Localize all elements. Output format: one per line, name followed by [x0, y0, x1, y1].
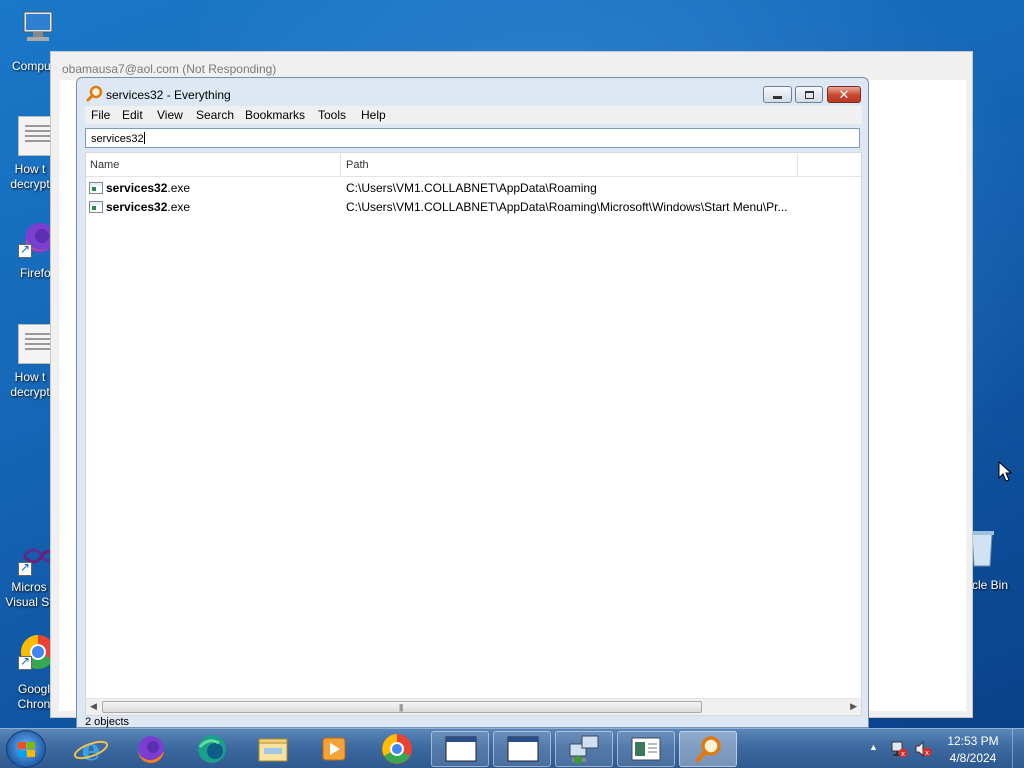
- recycle-bin-icon: [968, 528, 1008, 568]
- file-path: C:\Users\VM1.COLLABNET\AppData\Roaming: [346, 181, 597, 195]
- column-header-path[interactable]: Path: [346, 159, 369, 171]
- background-window-title: obamausa7@aol.com (Not Responding): [62, 62, 277, 76]
- results-list[interactable]: Name Path services32.exe C:\Users\VM1.CO…: [85, 152, 862, 716]
- table-row[interactable]: services32.exe C:\Users\VM1.COLLABNET\Ap…: [86, 198, 861, 217]
- file-name: services32.exe: [106, 200, 191, 214]
- scrollbar-thumb[interactable]: |||: [102, 701, 702, 713]
- restore-button[interactable]: [795, 86, 823, 103]
- scroll-right-icon[interactable]: ▶: [850, 701, 857, 712]
- taskbar-window-button[interactable]: [431, 731, 489, 767]
- computer-icon: [18, 8, 58, 48]
- menu-help[interactable]: Help: [361, 108, 386, 122]
- taskbar-firefox[interactable]: [122, 731, 180, 767]
- window-title: services32 - Everything: [106, 88, 231, 102]
- file-name: services32.exe: [106, 181, 191, 195]
- edge-icon: [198, 735, 226, 763]
- mouse-cursor-icon: [998, 461, 1012, 482]
- taskbar-window-button[interactable]: [493, 731, 551, 767]
- window-icon: [507, 736, 539, 762]
- clock-time[interactable]: 12:53 PM: [938, 734, 1008, 748]
- search-input-value: services32: [91, 133, 144, 145]
- menu-file[interactable]: File: [91, 108, 110, 122]
- search-input[interactable]: services32: [85, 128, 860, 148]
- desktop-icon-label: Micros Visual St: [5, 580, 53, 609]
- network-computers-icon: [569, 735, 599, 764]
- media-player-icon: [322, 737, 346, 761]
- column-divider[interactable]: [340, 154, 341, 176]
- taskbar-file-explorer[interactable]: [244, 731, 302, 767]
- close-icon: ✕: [838, 87, 850, 102]
- minimize-icon: [773, 96, 782, 99]
- desktop-icon-computer[interactable]: Compu: [0, 8, 76, 73]
- taskbar-internet-explorer[interactable]: e: [62, 731, 120, 768]
- desktop-icon-label: How t decrypt: [10, 162, 50, 191]
- menu-search[interactable]: Search: [196, 108, 234, 122]
- magnifier-icon: [86, 85, 103, 102]
- exe-file-icon: [89, 201, 103, 213]
- scroll-left-icon[interactable]: ◀: [90, 701, 97, 712]
- restore-icon: [805, 91, 814, 99]
- magnifier-icon: [695, 736, 721, 763]
- windows-logo-icon: [18, 742, 36, 758]
- window-icon: [445, 736, 477, 762]
- document-window-icon: [631, 737, 661, 761]
- menu-tools[interactable]: Tools: [318, 108, 346, 122]
- desktop-icon-label: cle Bin: [972, 578, 1009, 592]
- desktop-icon-label: Firefo: [20, 266, 51, 280]
- start-button[interactable]: [6, 730, 46, 768]
- grip-icon: |||: [399, 703, 403, 712]
- show-hidden-icons-icon[interactable]: ▲: [869, 742, 878, 752]
- folder-icon: [258, 738, 288, 762]
- column-divider[interactable]: [797, 154, 798, 176]
- menu-view[interactable]: View: [157, 108, 183, 122]
- text-caret: [143, 132, 145, 144]
- taskbar-document-app[interactable]: [617, 731, 675, 767]
- exe-file-icon: [89, 182, 103, 194]
- chrome-icon: [382, 734, 412, 764]
- taskbar-media-player[interactable]: [305, 731, 363, 767]
- window-titlebar[interactable]: services32 - Everything ✕: [77, 78, 868, 106]
- shortcut-arrow-icon: [18, 654, 32, 670]
- taskbar-chrome[interactable]: [368, 731, 426, 767]
- taskbar-everything-active[interactable]: [679, 731, 737, 767]
- everything-window[interactable]: services32 - Everything ✕ File Edit View…: [76, 77, 869, 728]
- column-header-row: Name Path: [86, 153, 861, 177]
- desktop-icon-recycle-bin[interactable]: cle Bin: [968, 528, 1024, 592]
- desktop-icon-label: Compu: [12, 59, 51, 73]
- table-row[interactable]: services32.exe C:\Users\VM1.COLLABNET\Ap…: [86, 179, 861, 198]
- taskbar-edge[interactable]: [183, 731, 241, 767]
- taskbar: e ▲ x x 12:53 PM 4/8/2024: [0, 728, 1024, 768]
- internet-explorer-icon: e: [73, 733, 109, 768]
- network-warning-icon[interactable]: x: [890, 740, 908, 758]
- desktop-icon-label: How t decrypt: [10, 370, 50, 399]
- volume-muted-icon[interactable]: x: [914, 740, 932, 758]
- show-desktop-button[interactable]: [1012, 729, 1024, 768]
- menu-edit[interactable]: Edit: [122, 108, 143, 122]
- svg-text:e: e: [81, 733, 100, 767]
- horizontal-scrollbar[interactable]: ◀ ||| ▶: [86, 698, 861, 715]
- taskbar-network-app[interactable]: [555, 731, 613, 767]
- close-button[interactable]: ✕: [827, 86, 861, 103]
- shortcut-arrow-icon: [18, 560, 32, 576]
- clock-date[interactable]: 4/8/2024: [938, 751, 1008, 765]
- menu-bookmarks[interactable]: Bookmarks: [245, 108, 305, 122]
- shortcut-arrow-icon: [18, 242, 32, 258]
- status-object-count: 2 objects: [85, 716, 130, 728]
- svg-text:x: x: [925, 749, 929, 757]
- file-path: C:\Users\VM1.COLLABNET\AppData\Roaming\M…: [346, 200, 788, 214]
- column-header-name[interactable]: Name: [90, 159, 119, 171]
- menu-bar: File Edit View Search Bookmarks Tools He…: [85, 106, 862, 124]
- firefox-icon: [137, 736, 164, 764]
- minimize-button[interactable]: [763, 86, 792, 103]
- svg-text:x: x: [901, 750, 905, 758]
